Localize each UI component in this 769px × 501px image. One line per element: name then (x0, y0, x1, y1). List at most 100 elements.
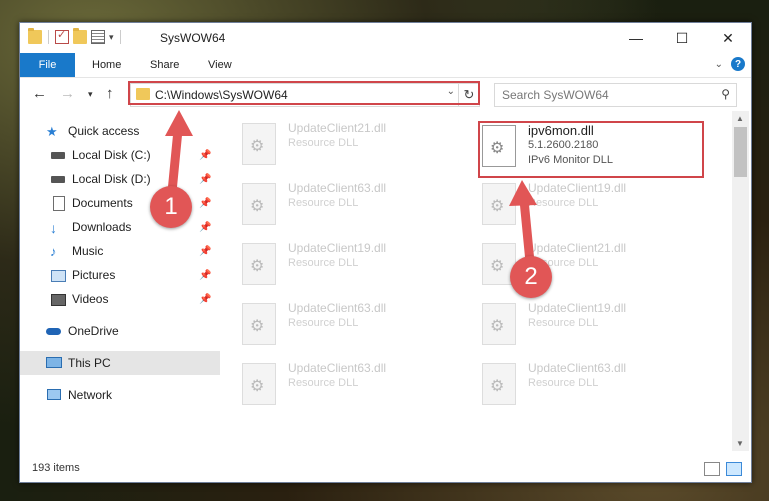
file-name: ipv6mon.dll (528, 123, 594, 138)
sidebar-item-label: Local Disk (C:) (72, 148, 151, 162)
pin-icon[interactable]: 📌 (199, 294, 211, 305)
refresh-icon[interactable]: ↻ (458, 84, 479, 106)
sidebar-item-pictures[interactable]: Pictures 📌 (20, 263, 243, 287)
search-placeholder: Search SysWOW64 (502, 88, 609, 102)
sidebar-item-local-disk-c[interactable]: Local Disk (C:) 📌 (20, 143, 243, 167)
cloud-icon (46, 324, 62, 338)
chevron-down-icon[interactable]: ⌄ (447, 86, 455, 97)
sidebar-item-documents[interactable]: Documents 📌 (20, 191, 243, 215)
file-description: Resource DLL (528, 197, 599, 209)
minimize-button[interactable]: — (613, 23, 659, 53)
scroll-up-icon[interactable]: ▲ (736, 114, 744, 123)
tab-home[interactable]: Home (92, 53, 121, 77)
sidebar-item-label: Local Disk (D:) (72, 172, 151, 186)
file-list: UpdateClient21.dll Resource DLL UpdateCl… (220, 111, 732, 451)
dll-file-icon (242, 123, 276, 165)
dll-file-icon (482, 363, 516, 405)
help-icon[interactable]: ? (731, 57, 745, 71)
sidebar-item-this-pc[interactable]: This PC (20, 351, 239, 375)
sidebar-item-quick-access[interactable]: ★ Quick access (20, 119, 239, 143)
file-item[interactable]: UpdateClient63.dll Resource DLL (242, 359, 472, 409)
pin-icon[interactable]: 📌 (199, 270, 211, 281)
dll-file-icon (242, 243, 276, 285)
file-item[interactable]: UpdateClient63.dll Resource DLL (242, 299, 472, 349)
file-name: UpdateClient19.dll (528, 181, 627, 195)
sidebar-item-onedrive[interactable]: OneDrive (20, 319, 239, 343)
dll-file-icon (482, 125, 516, 167)
pin-icon[interactable]: 📌 (199, 222, 211, 233)
drive-icon (50, 148, 66, 162)
file-item[interactable]: UpdateClient19.dll Resource DLL (482, 299, 712, 349)
drive-icon (50, 172, 66, 186)
window-title: SysWOW64 (160, 31, 226, 45)
tab-file[interactable]: File (20, 53, 75, 77)
sidebar-item-downloads[interactable]: ↓ Downloads 📌 (20, 215, 243, 239)
file-item[interactable]: UpdateClient63.dll Resource DLL (242, 179, 472, 229)
computer-monitor-icon (46, 356, 62, 370)
file-name: UpdateClient63.dll (288, 361, 387, 375)
dll-file-icon (242, 303, 276, 345)
file-name: UpdateClient21.dll (288, 121, 387, 135)
pin-icon[interactable]: 📌 (199, 150, 211, 161)
sidebar-item-videos[interactable]: Videos 📌 (20, 287, 243, 311)
file-item[interactable]: UpdateClient19.dll Resource DLL (242, 239, 472, 289)
video-film-icon (50, 292, 66, 306)
scroll-thumb[interactable] (734, 127, 747, 177)
tab-share[interactable]: Share (150, 53, 179, 77)
recent-locations-icon[interactable]: ▾ (88, 89, 93, 100)
maximize-button[interactable]: ☐ (659, 23, 705, 53)
sidebar-item-network[interactable]: Network (20, 383, 239, 407)
file-description: Resource DLL (528, 317, 599, 329)
file-description: Resource DLL (528, 377, 599, 389)
view-properties-icon[interactable] (91, 30, 105, 44)
vertical-scrollbar[interactable]: ▲ ▼ (732, 111, 749, 451)
search-icon[interactable]: ⚲ (721, 87, 730, 101)
file-name: UpdateClient21.dll (528, 241, 627, 255)
scroll-down-icon[interactable]: ▼ (736, 439, 744, 448)
pin-icon[interactable]: 📌 (199, 174, 211, 185)
up-arrow-icon[interactable]: ↑ (106, 85, 114, 102)
details-view-icon[interactable] (704, 462, 720, 476)
close-button[interactable]: ✕ (705, 23, 751, 53)
folder-icon (136, 88, 150, 100)
sidebar-item-label: Network (68, 388, 113, 402)
file-item[interactable]: UpdateClient19.dll Resource DLL (482, 179, 712, 229)
file-name: UpdateClient19.dll (288, 241, 387, 255)
file-version: 5.1.2600.2180 (528, 139, 599, 151)
sidebar-item-music[interactable]: ♪ Music 📌 (20, 239, 243, 263)
dll-file-icon (242, 363, 276, 405)
music-note-icon: ♪ (50, 244, 57, 259)
network-icon (46, 388, 62, 402)
file-description: Resource DLL (288, 257, 359, 269)
expand-ribbon-icon[interactable]: ⌄ (715, 59, 723, 70)
tab-view[interactable]: View (208, 53, 232, 77)
dll-file-icon (482, 183, 516, 225)
qat-dropdown-icon[interactable]: ▾ (109, 32, 114, 43)
file-name: UpdateClient63.dll (288, 301, 387, 315)
title-bar: ▾ SysWOW64 — ☐ ✕ (20, 23, 751, 53)
dll-file-icon (482, 303, 516, 345)
address-path[interactable]: C:\Windows\SysWOW64 (155, 88, 288, 102)
search-input[interactable]: Search SysWOW64 ⚲ (494, 83, 737, 107)
explorer-window: ▾ SysWOW64 — ☐ ✕ File Home Share View ⌄ … (19, 22, 752, 483)
properties-check-icon[interactable] (55, 28, 69, 44)
file-item[interactable]: UpdateClient63.dll Resource DLL (482, 359, 712, 409)
pictures-icon (50, 268, 66, 282)
pin-icon[interactable]: 📌 (199, 246, 211, 257)
back-arrow-icon[interactable]: ← (32, 85, 47, 102)
sidebar-item-local-disk-d[interactable]: Local Disk (D:) 📌 (20, 167, 243, 191)
sidebar-item-label: OneDrive (68, 324, 119, 338)
navigation-pane: ★ Quick access Local Disk (C:) 📌 Local D… (20, 111, 239, 451)
ribbon-tabs: File Home Share View ⌄ ? (20, 53, 751, 78)
address-bar[interactable]: C:\Windows\SysWOW64 ⌄ ↻ (130, 83, 480, 107)
sidebar-item-label: Videos (72, 292, 109, 306)
new-folder-icon[interactable] (73, 28, 87, 44)
divider (48, 30, 49, 44)
pin-icon[interactable]: 📌 (199, 198, 211, 209)
sidebar-item-label: Pictures (72, 268, 116, 282)
file-description: IPv6 Monitor DLL (528, 154, 613, 166)
file-item-ipv6mon[interactable]: ipv6mon.dll 5.1.2600.2180 IPv6 Monitor D… (482, 121, 712, 171)
large-icons-view-icon[interactable] (726, 462, 742, 476)
file-item[interactable]: UpdateClient21.dll Resource DLL (242, 119, 472, 169)
forward-arrow-icon[interactable]: → (60, 85, 75, 102)
